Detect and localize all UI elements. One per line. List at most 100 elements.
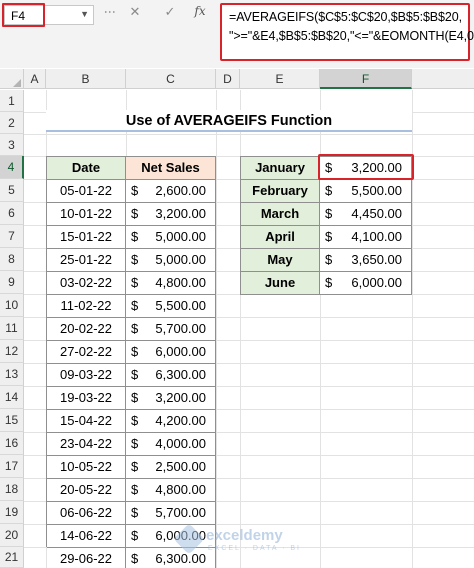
row-header-7[interactable]: 7 bbox=[0, 225, 24, 248]
row-header-15[interactable]: 15 bbox=[0, 409, 24, 432]
row-header-21[interactable]: 21 bbox=[0, 547, 24, 568]
average-sales-value: 6,000.00 bbox=[351, 275, 402, 290]
insert-function-icon[interactable]: fx bbox=[188, 4, 212, 18]
row-header-16[interactable]: 16 bbox=[0, 432, 24, 455]
row-header-4[interactable]: 4 bbox=[0, 156, 24, 179]
currency-symbol: $ bbox=[325, 252, 333, 267]
net-sales-cell[interactable]: $6,300.00 bbox=[126, 364, 216, 387]
more-options-icon[interactable]: ⋮ bbox=[103, 6, 117, 17]
date-cell[interactable]: 15-01-22 bbox=[47, 226, 126, 249]
net-sales-cell[interactable]: $2,500.00 bbox=[126, 456, 216, 479]
row-header-6[interactable]: 6 bbox=[0, 202, 24, 225]
exceldemy-watermark: exceldemy EXCEL · DATA · BI bbox=[173, 523, 328, 556]
date-cell[interactable]: 14-06-22 bbox=[47, 525, 126, 548]
average-sales-value: 4,450.00 bbox=[351, 206, 402, 221]
month-cell[interactable]: January bbox=[241, 157, 320, 180]
exceldemy-logo-icon bbox=[173, 523, 205, 555]
select-all-corner[interactable] bbox=[0, 69, 24, 89]
date-cell[interactable]: 09-03-22 bbox=[47, 364, 126, 387]
net-sales-cell[interactable]: $4,800.00 bbox=[126, 272, 216, 295]
net-sales-cell[interactable]: $5,700.00 bbox=[126, 318, 216, 341]
currency-symbol: $ bbox=[131, 206, 139, 221]
column-header-e[interactable]: E bbox=[240, 69, 320, 89]
net-sales-value: 6,000.00 bbox=[155, 344, 206, 359]
net-sales-header[interactable]: Net Sales bbox=[126, 157, 216, 180]
date-header[interactable]: Date bbox=[47, 157, 126, 180]
date-cell[interactable]: 19-03-22 bbox=[47, 387, 126, 410]
date-cell[interactable]: 15-04-22 bbox=[47, 410, 126, 433]
watermark-name: exceldemy bbox=[206, 527, 283, 544]
date-cell[interactable]: 05-01-22 bbox=[47, 180, 126, 203]
chevron-down-icon[interactable]: ▼ bbox=[80, 9, 89, 19]
net-sales-value: 2,500.00 bbox=[155, 459, 206, 474]
sheet-title[interactable]: Use of AVERAGEIFS Function bbox=[46, 110, 412, 132]
active-cell-f4[interactable] bbox=[318, 154, 414, 180]
net-sales-value: 4,800.00 bbox=[155, 275, 206, 290]
net-sales-value: 5,500.00 bbox=[155, 298, 206, 313]
date-cell[interactable]: 06-06-22 bbox=[47, 502, 126, 525]
month-cell[interactable]: June bbox=[241, 272, 320, 295]
column-header-f[interactable]: F bbox=[320, 69, 412, 89]
row-header-3[interactable]: 3 bbox=[0, 134, 24, 156]
row-header-11[interactable]: 11 bbox=[0, 317, 24, 340]
month-cell[interactable]: February bbox=[241, 180, 320, 203]
date-cell[interactable]: 27-02-22 bbox=[47, 341, 126, 364]
row-header-2[interactable]: 2 bbox=[0, 112, 24, 134]
row-header-12[interactable]: 12 bbox=[0, 340, 24, 363]
formula-input[interactable]: =AVERAGEIFS($C$5:$C$20,$B$5:$B$20, ">="&… bbox=[220, 3, 474, 61]
row-header-20[interactable]: 20 bbox=[0, 524, 24, 547]
enter-icon[interactable]: ✓ bbox=[158, 4, 182, 20]
date-cell[interactable]: 25-01-22 bbox=[47, 249, 126, 272]
column-header-b[interactable]: B bbox=[46, 69, 126, 89]
net-sales-cell[interactable]: $4,000.00 bbox=[126, 433, 216, 456]
net-sales-cell[interactable]: $5,700.00 bbox=[126, 502, 216, 525]
date-cell[interactable]: 23-04-22 bbox=[47, 433, 126, 456]
average-sales-cell[interactable]: $3,650.00 bbox=[320, 249, 412, 272]
date-cell[interactable]: 29-06-22 bbox=[47, 548, 126, 568]
net-sales-cell[interactable]: $5,500.00 bbox=[126, 295, 216, 318]
date-cell[interactable]: 03-02-22 bbox=[47, 272, 126, 295]
net-sales-cell[interactable]: $6,000.00 bbox=[126, 341, 216, 364]
row-header-19[interactable]: 19 bbox=[0, 501, 24, 524]
month-cell[interactable]: May bbox=[241, 249, 320, 272]
date-cell[interactable]: 11-02-22 bbox=[47, 295, 126, 318]
date-cell[interactable]: 20-05-22 bbox=[47, 479, 126, 502]
row-header-5[interactable]: 5 bbox=[0, 179, 24, 202]
net-sales-cell[interactable]: $2,600.00 bbox=[126, 180, 216, 203]
row-header-10[interactable]: 10 bbox=[0, 294, 24, 317]
gridline bbox=[216, 90, 217, 568]
month-cell[interactable]: March bbox=[241, 203, 320, 226]
row-header-14[interactable]: 14 bbox=[0, 386, 24, 409]
currency-symbol: $ bbox=[131, 252, 139, 267]
date-cell[interactable]: 10-01-22 bbox=[47, 203, 126, 226]
month-cell[interactable]: April bbox=[241, 226, 320, 249]
net-sales-cell[interactable]: $4,200.00 bbox=[126, 410, 216, 433]
net-sales-cell[interactable]: $4,800.00 bbox=[126, 479, 216, 502]
column-header-a[interactable]: A bbox=[24, 69, 46, 89]
cancel-icon[interactable]: ✕ bbox=[123, 4, 147, 20]
row-header-17[interactable]: 17 bbox=[0, 455, 24, 478]
formula-bar-area: F4 ▼ ⋮ ✕ ✓ fx =AVERAGEIFS($C$5:$C$20,$B$… bbox=[0, 0, 474, 68]
column-header-d[interactable]: D bbox=[216, 69, 240, 89]
date-cell[interactable]: 20-02-22 bbox=[47, 318, 126, 341]
average-sales-cell[interactable]: $4,100.00 bbox=[320, 226, 412, 249]
net-sales-cell[interactable]: $3,200.00 bbox=[126, 387, 216, 410]
row-header-8[interactable]: 8 bbox=[0, 248, 24, 271]
net-sales-cell[interactable]: $5,000.00 bbox=[126, 249, 216, 272]
average-sales-cell[interactable]: $5,500.00 bbox=[320, 180, 412, 203]
net-sales-cell[interactable]: $5,000.00 bbox=[126, 226, 216, 249]
currency-symbol: $ bbox=[131, 367, 139, 382]
row-header-13[interactable]: 13 bbox=[0, 363, 24, 386]
currency-symbol: $ bbox=[131, 298, 139, 313]
row-header-1[interactable]: 1 bbox=[0, 90, 24, 112]
net-sales-value: 5,000.00 bbox=[155, 229, 206, 244]
column-header-c[interactable]: C bbox=[126, 69, 216, 89]
row-header-9[interactable]: 9 bbox=[0, 271, 24, 294]
date-cell[interactable]: 10-05-22 bbox=[47, 456, 126, 479]
row-header-18[interactable]: 18 bbox=[0, 478, 24, 501]
average-sales-cell[interactable]: $4,450.00 bbox=[320, 203, 412, 226]
currency-symbol: $ bbox=[131, 413, 139, 428]
average-sales-value: 5,500.00 bbox=[351, 183, 402, 198]
average-sales-cell[interactable]: $6,000.00 bbox=[320, 272, 412, 295]
net-sales-cell[interactable]: $3,200.00 bbox=[126, 203, 216, 226]
